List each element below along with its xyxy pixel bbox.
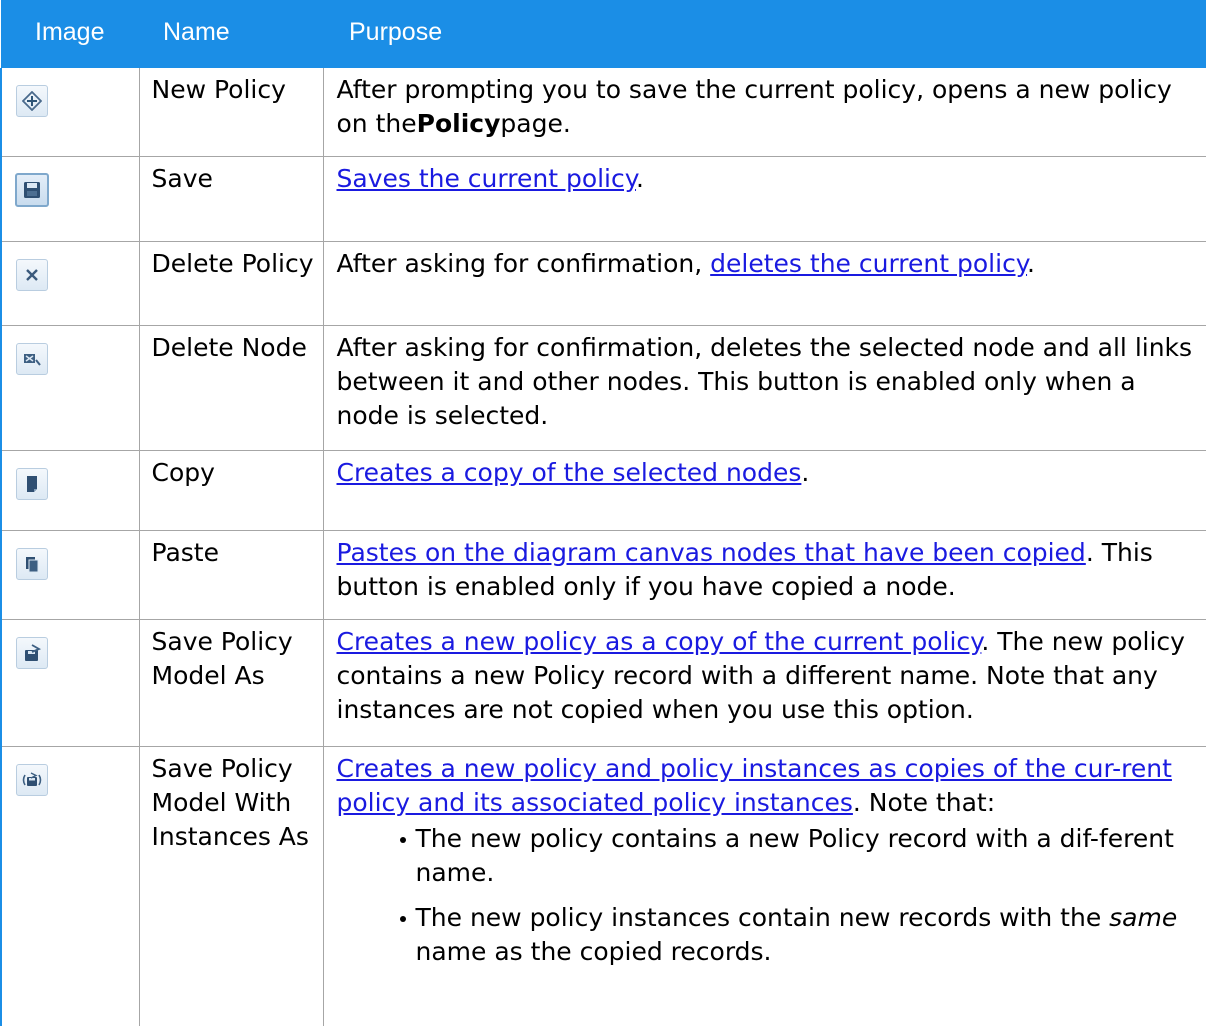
- image-cell: [0, 156, 140, 242]
- table-row: Delete Node After asking for confirmatio…: [0, 325, 1206, 451]
- name-cell: Copy: [139, 450, 324, 531]
- image-cell: [0, 619, 140, 747]
- image-cell: [0, 68, 140, 157]
- purpose-text: .: [1027, 248, 1035, 278]
- purpose-cell: Pastes on the diagram canvas nodes that …: [323, 530, 1206, 620]
- purpose-text: page.: [500, 109, 571, 138]
- header-purpose: Purpose: [323, 0, 1206, 68]
- notes-list: The new policy contains a new Policy rec…: [337, 822, 1202, 969]
- delete-icon: [16, 258, 48, 291]
- purpose-text: After asking for confirmation,: [336, 248, 711, 278]
- image-cell: [0, 746, 140, 1026]
- paste-nodes-link[interactable]: Pastes on the diagram canvas nodes that …: [337, 538, 1086, 567]
- copy-nodes-link[interactable]: Creates a copy of the selected nodes: [337, 458, 802, 487]
- table-row: Save Policy Model As Creates a new polic…: [0, 619, 1206, 747]
- paste-icon: [16, 547, 48, 580]
- table-header-row: Image Name Purpose: [1, 0, 1206, 68]
- emphasis-text: same: [1109, 902, 1178, 932]
- delete-policy-link[interactable]: deletes the current policy: [710, 249, 1027, 278]
- table-row: Paste Pastes on the diagram canvas nodes…: [0, 530, 1206, 620]
- save-policy-link[interactable]: Saves the current policy: [337, 164, 636, 193]
- toolbar-reference-table: Image Name Purpose New Policy After prom…: [0, 0, 1206, 1026]
- name-cell: Save Policy Model With Instances As: [139, 746, 324, 1026]
- header-image: Image: [1, 0, 139, 68]
- name-cell: Delete Node: [139, 325, 324, 451]
- image-cell: [0, 325, 140, 451]
- name-cell: Delete Policy: [139, 241, 324, 326]
- save-icon: [15, 172, 49, 207]
- purpose-cell: After asking for confirmation, deletes t…: [323, 241, 1206, 326]
- purpose-cell: After asking for confirmation, deletes t…: [323, 325, 1206, 451]
- image-cell: [0, 450, 140, 531]
- list-item: The new policy instances contain new rec…: [399, 901, 1202, 969]
- note-text: The new policy instances contain new rec…: [415, 902, 1110, 932]
- name-cell: New Policy: [139, 68, 324, 157]
- header-name: Name: [139, 0, 323, 68]
- purpose-cell: Creates a new policy as a copy of the cu…: [323, 619, 1206, 747]
- purpose-cell: After prompting you to save the current …: [323, 68, 1206, 157]
- purpose-cell: Creates a copy of the selected nodes.: [323, 450, 1206, 531]
- note-text: name as the copied records.: [415, 936, 772, 966]
- table-row: Delete Policy After asking for confirmat…: [0, 241, 1206, 326]
- purpose-text: .: [635, 163, 644, 193]
- policy-page-name: Policy: [416, 109, 501, 138]
- table-row: New Policy After prompting you to save t…: [0, 68, 1206, 157]
- name-cell: Save Policy Model As: [139, 619, 324, 747]
- delete-node-icon: [16, 342, 48, 375]
- name-cell: Save: [139, 156, 324, 242]
- image-cell: [0, 241, 140, 326]
- name-cell: Paste: [139, 530, 324, 620]
- purpose-cell: Creates a new policy and policy instance…: [323, 746, 1206, 1026]
- purpose-text: .: [801, 457, 810, 487]
- table-row: Save Policy Model With Instances As Crea…: [0, 746, 1206, 1026]
- save-as-link[interactable]: Creates a new policy as a copy of the cu…: [337, 627, 982, 656]
- purpose-cell: Saves the current policy.: [323, 156, 1206, 242]
- table-row: Save Saves the current policy.: [0, 156, 1206, 242]
- save-as-icon: [16, 636, 48, 669]
- save-with-instances-link[interactable]: Creates a new policy and policy instance…: [337, 754, 1172, 817]
- save-with-instances-icon: [16, 763, 48, 796]
- image-cell: [0, 530, 140, 620]
- new-policy-icon: [16, 85, 48, 117]
- table-row: Copy Creates a copy of the selected node…: [0, 450, 1206, 531]
- purpose-text: . Note that:: [852, 787, 996, 817]
- note-text: The new policy contains a new Policy rec…: [415, 823, 1174, 887]
- copy-icon: [16, 467, 48, 500]
- list-item: The new policy contains a new Policy rec…: [399, 822, 1202, 890]
